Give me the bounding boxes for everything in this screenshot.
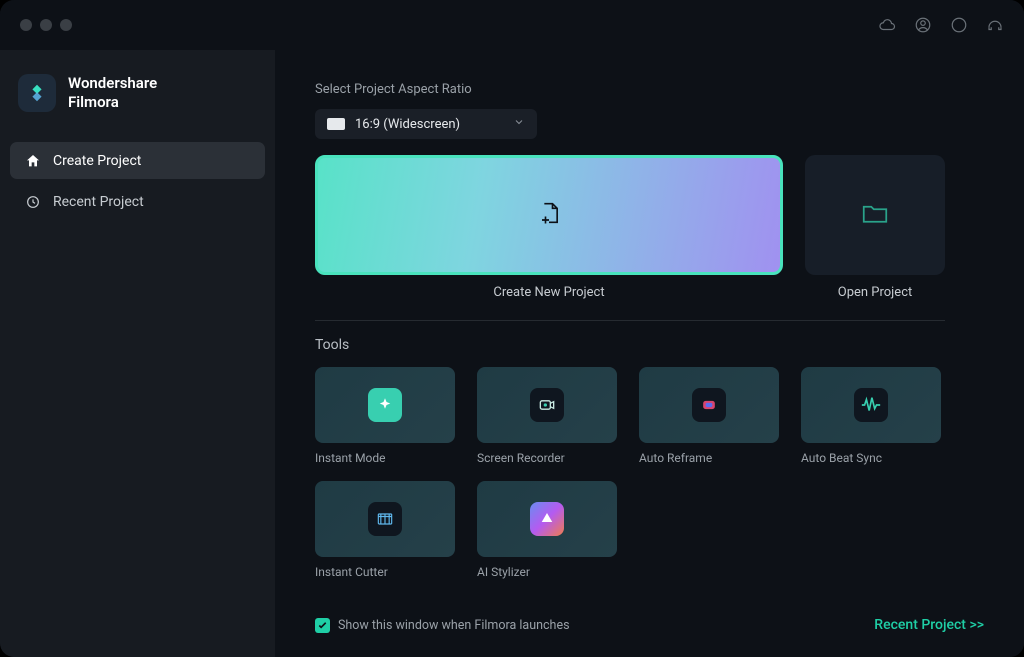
- user-icon[interactable]: [914, 16, 932, 34]
- brand-line2: Filmora: [68, 93, 157, 112]
- brand-logo-icon: [18, 74, 56, 112]
- reframe-icon: [692, 388, 726, 422]
- tool-label: Auto Reframe: [639, 451, 779, 465]
- folder-icon: [860, 198, 890, 232]
- maximize-window-button[interactable]: [60, 19, 72, 31]
- divider: [315, 320, 945, 321]
- tool-label: Instant Mode: [315, 451, 455, 465]
- open-project-button[interactable]: [805, 155, 945, 275]
- header-icons: [878, 16, 1004, 34]
- tool-auto-beat-sync-button[interactable]: [801, 367, 941, 443]
- brand-line1: Wondershare: [68, 74, 157, 93]
- aspect-ratio-label: Select Project Aspect Ratio: [315, 82, 984, 97]
- aspect-ratio-value: 16:9 (Widescreen): [355, 117, 460, 132]
- tools-grid: Instant Mode Screen Recorder: [315, 367, 984, 579]
- footer-row: Show this window when Filmora launches R…: [315, 597, 984, 633]
- main-content: Select Project Aspect Ratio 16:9 (Widesc…: [275, 50, 1024, 657]
- open-project-card-wrap: Open Project: [805, 155, 945, 300]
- project-cards-row: Create New Project Open Project: [315, 155, 984, 300]
- sidebar-item-label: Create Project: [53, 153, 141, 169]
- checkbox-checked-icon: [315, 618, 330, 633]
- tool-instant-cutter: Instant Cutter: [315, 481, 455, 579]
- create-project-card-wrap: Create New Project: [315, 155, 783, 300]
- waveform-icon: [854, 388, 888, 422]
- widescreen-icon: [327, 118, 345, 130]
- tool-screen-recorder: Screen Recorder: [477, 367, 617, 465]
- tool-screen-recorder-button[interactable]: [477, 367, 617, 443]
- tool-instant-mode-button[interactable]: [315, 367, 455, 443]
- titlebar: [0, 0, 1024, 50]
- cloud-icon[interactable]: [878, 16, 896, 34]
- aspect-ratio-select[interactable]: 16:9 (Widescreen): [315, 109, 537, 139]
- notifications-icon[interactable]: [950, 16, 968, 34]
- tool-label: Instant Cutter: [315, 565, 455, 579]
- body: Wondershare Filmora Create Project Recen…: [0, 50, 1024, 657]
- tool-label: AI Stylizer: [477, 565, 617, 579]
- tools-heading: Tools: [315, 337, 984, 353]
- sidebar-item-recent-project[interactable]: Recent Project: [10, 183, 265, 220]
- home-icon: [24, 152, 41, 169]
- open-project-label: Open Project: [838, 285, 913, 300]
- clock-icon: [24, 193, 41, 210]
- tool-ai-stylizer-button[interactable]: [477, 481, 617, 557]
- app-window: Wondershare Filmora Create Project Recen…: [0, 0, 1024, 657]
- tool-auto-beat-sync: Auto Beat Sync: [801, 367, 941, 465]
- recent-project-link[interactable]: Recent Project >>: [874, 617, 984, 633]
- minimize-window-button[interactable]: [40, 19, 52, 31]
- checkbox-label: Show this window when Filmora launches: [338, 618, 570, 633]
- tool-auto-reframe-button[interactable]: [639, 367, 779, 443]
- sparkle-icon: [368, 388, 402, 422]
- sidebar-item-create-project[interactable]: Create Project: [10, 142, 265, 179]
- create-project-label: Create New Project: [493, 285, 604, 300]
- cutter-icon: [368, 502, 402, 536]
- tool-instant-mode: Instant Mode: [315, 367, 455, 465]
- stylizer-icon: [530, 502, 564, 536]
- tool-ai-stylizer: AI Stylizer: [477, 481, 617, 579]
- brand: Wondershare Filmora: [0, 62, 275, 132]
- new-file-icon: [535, 199, 563, 231]
- create-new-project-button[interactable]: [315, 155, 783, 275]
- tool-auto-reframe: Auto Reframe: [639, 367, 779, 465]
- close-window-button[interactable]: [20, 19, 32, 31]
- window-controls: [20, 19, 72, 31]
- chevron-down-icon: [513, 116, 525, 132]
- recorder-icon: [530, 388, 564, 422]
- tool-instant-cutter-button[interactable]: [315, 481, 455, 557]
- sidebar-nav: Create Project Recent Project: [0, 132, 275, 230]
- brand-name: Wondershare Filmora: [68, 74, 157, 112]
- sidebar: Wondershare Filmora Create Project Recen…: [0, 50, 275, 657]
- sidebar-item-label: Recent Project: [53, 194, 144, 210]
- tool-label: Auto Beat Sync: [801, 451, 941, 465]
- show-on-launch-checkbox[interactable]: Show this window when Filmora launches: [315, 618, 570, 633]
- help-icon[interactable]: [986, 16, 1004, 34]
- tool-label: Screen Recorder: [477, 451, 617, 465]
